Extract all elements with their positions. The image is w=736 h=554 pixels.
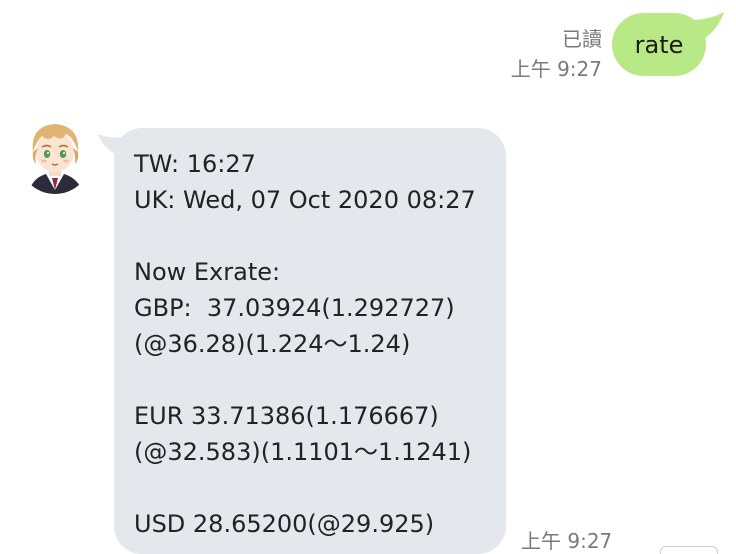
outgoing-timestamp: 上午 9:27 xyxy=(510,57,602,81)
incoming-timestamp: 上午 9:27 xyxy=(521,529,613,553)
message-line: (@32.583)(1.1101～1.1241) xyxy=(134,438,472,466)
message-line: (@36.28)(1.224～1.24) xyxy=(134,330,411,358)
message-line: EUR 33.71386(1.176667) xyxy=(134,402,439,430)
partial-element xyxy=(660,546,718,554)
incoming-message-text: TW: 16:27 UK: Wed, 07 Oct 2020 08:27 Now… xyxy=(134,146,514,542)
message-line: USD 28.65200(@29.925) xyxy=(134,510,435,538)
message-line xyxy=(134,218,514,254)
message-line: Now Exrate: xyxy=(134,258,281,286)
outgoing-meta: 已讀 上午 9:27 xyxy=(511,24,602,84)
outgoing-message-bubble[interactable]: rate xyxy=(612,13,706,76)
read-receipt: 已讀 xyxy=(562,27,602,51)
message-line: TW: 16:27 xyxy=(134,150,256,178)
message-line xyxy=(134,362,514,398)
message-line: UK: Wed, 07 Oct 2020 08:27 xyxy=(134,186,476,214)
avatar[interactable] xyxy=(18,118,92,194)
chat-window: 已讀 上午 9:27 rate TW: 16:27 UK: Wed, 07 Oc… xyxy=(0,0,736,554)
outgoing-message-text: rate xyxy=(634,30,684,59)
message-line xyxy=(134,470,514,506)
message-line: GBP: 37.03924(1.292727) xyxy=(134,294,455,322)
anime-boy-avatar-icon xyxy=(28,124,84,194)
